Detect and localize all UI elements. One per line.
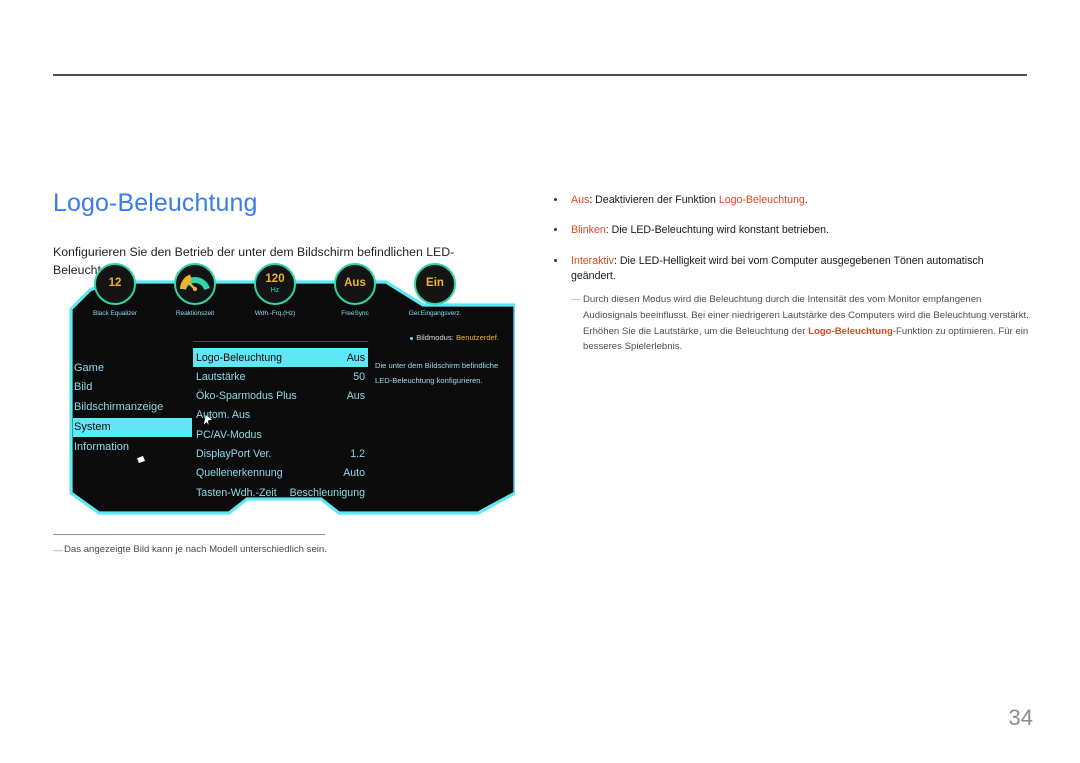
option-emphasis: Logo-Beleuchtung [718, 194, 805, 206]
osd-row-quellenerkennung[interactable]: Quellenerkennung Auto [193, 464, 368, 483]
page-header-rule [53, 74, 1027, 76]
bullet-icon [554, 198, 557, 201]
osd-row-label: Tasten-Wdh.-Zeit [196, 486, 277, 499]
osd-nav-item-game[interactable]: Game [73, 358, 193, 378]
osd-row-label: Lautstärke [196, 370, 246, 383]
page-number: 34 [1008, 705, 1033, 730]
osd-row-pc-av-modus[interactable]: PC/AV-Modus [193, 425, 368, 444]
dial-label: Ger.Eingangsverz. [408, 310, 462, 317]
dial-value: Ein [426, 277, 444, 290]
osd-row-value: 1.2 [350, 447, 365, 460]
bullet-icon [554, 258, 557, 262]
value-dial-icon: 120 Hz [254, 263, 296, 305]
option-text: : Die LED-Beleuchtung wird konstant betr… [605, 224, 829, 237]
option-term: Interaktiv [571, 254, 614, 267]
osd-dial-refresh-rate[interactable]: 120 Hz Wdh.-Frq.(Hz) [235, 263, 315, 337]
page-title: Logo-Beleuchtung [53, 189, 258, 217]
osd-status-label: Bildmodus: [416, 333, 454, 342]
dial-label: Reaktionszeit [175, 310, 215, 317]
option-text-after: . [804, 194, 808, 206]
dial-value: 12 [108, 277, 122, 290]
osd-nav-item-bildschirmanzeige[interactable]: Bildschirmanzeige [73, 398, 193, 418]
osd-row-label: Autom. Aus [196, 409, 251, 422]
osd-row-value: 50 [353, 370, 365, 383]
osd-row-displayport-ver[interactable]: DisplayPort Ver. 1.2 [193, 444, 368, 463]
osd-row-tasten-wdh-zeit[interactable]: Tasten-Wdh.-Zeit Beschleunigung [193, 483, 368, 502]
osd-info-panel: Bildmodus: Benutzerdef. Die unter dem Bi… [375, 333, 503, 388]
osd-row-label: Öko-Sparmodus Plus [196, 390, 297, 403]
value-dial-icon: Ein [414, 263, 456, 305]
option-term: Aus [571, 194, 590, 206]
subnote-dash-marker: ― [571, 294, 581, 306]
dial-label: Black Equalizer [93, 310, 137, 317]
option-item-interaktiv: Interaktiv: Die LED-Helligkeit wird bei … [551, 254, 1029, 285]
osd-row-value: Beschleunigung [289, 486, 365, 499]
osd-help-text: Die unter dem Bildschirm befindliche LED… [375, 361, 499, 386]
osd-row-autom-aus[interactable]: Autom. Aus [193, 406, 368, 425]
dial-label: Wdh.-Frq.(Hz) [254, 310, 296, 317]
bullet-icon [554, 228, 557, 232]
option-text: : Die LED-Helligkeit wird bei vom Comput… [571, 254, 984, 283]
osd-row-value: Aus [346, 351, 365, 364]
osd-row-label: PC/AV-Modus [196, 428, 262, 441]
osd-list-divider [193, 341, 368, 342]
osd-row-oeko-sparmodus-plus[interactable]: Öko-Sparmodus Plus Aus [193, 387, 368, 406]
option-item-aus: Aus: Deaktivieren der Funktion Logo-Bele… [551, 193, 1029, 208]
bullet-icon [410, 336, 414, 340]
option-term: Blinken [571, 224, 606, 237]
option-item-blinken: Blinken: Die LED-Beleuchtung wird konsta… [551, 223, 1029, 238]
osd-status-line: Bildmodus: Benutzerdef. [375, 333, 503, 342]
footnote-dash-marker: ― [53, 545, 63, 556]
osd-nav-item-bild[interactable]: Bild [73, 378, 193, 398]
osd-nav-item-information[interactable]: Information [73, 437, 193, 457]
subnote-block: ― Durch diesen Modus wird die Beleuchtung… [571, 292, 1035, 354]
osd-screenshot-mock: 12 Black Equalizer Reaktionszeit 120 Hz … [53, 263, 523, 521]
osd-row-lautstaerke[interactable]: Lautstärke 50 [193, 367, 368, 386]
dial-label: FreeSync [341, 310, 369, 317]
osd-row-value: Aus [346, 390, 365, 403]
dial-value: 120 [265, 273, 285, 286]
footnote-divider [53, 534, 325, 535]
osd-status-value: Benutzerdef. [455, 333, 499, 342]
footnote-text-row: ― Das angezeigte Bild kann je nach Modell… [53, 543, 333, 556]
osd-dial-row: 12 Black Equalizer Reaktionszeit 120 Hz … [75, 263, 495, 337]
osd-dial-reaktionszeit[interactable]: Reaktionszeit [155, 263, 235, 337]
osd-dial-input-lag[interactable]: Ein Ger.Eingangsverz. [395, 263, 475, 337]
osd-settings-list: Logo-Beleuchtung Aus Lautstärke 50 Öko-S… [193, 341, 368, 502]
osd-row-label: Quellenerkennung [196, 467, 283, 480]
footnote-block: ― Das angezeigte Bild kann je nach Modell… [53, 534, 333, 556]
osd-row-label: Logo-Beleuchtung [196, 351, 282, 364]
subnote-emphasis: Logo-Beleuchtung [808, 325, 893, 337]
option-text: : Deaktivieren der Funktion [589, 194, 719, 206]
dial-value: Aus [344, 277, 366, 290]
gauge-dial-icon [174, 263, 216, 305]
osd-sidebar-nav: Game Bild Bildschirmanzeige System Infor… [73, 358, 193, 457]
osd-nav-item-system[interactable]: System [73, 417, 192, 438]
value-dial-icon: Aus [334, 263, 376, 305]
value-dial-icon: 12 [94, 263, 136, 305]
right-content-column: Aus: Deaktivieren der Funktion Logo-Bele… [551, 193, 1029, 355]
footnote-text: Das angezeigte Bild kann je nach Modell … [64, 544, 327, 555]
osd-dial-black-equalizer[interactable]: 12 Black Equalizer [75, 263, 155, 337]
osd-row-label: DisplayPort Ver. [196, 447, 272, 460]
osd-dial-freesync[interactable]: Aus FreeSync [315, 263, 395, 337]
osd-row-logo-beleuchtung[interactable]: Logo-Beleuchtung Aus [193, 348, 368, 368]
dial-unit: Hz [270, 286, 280, 294]
osd-row-value: Auto [343, 467, 365, 480]
